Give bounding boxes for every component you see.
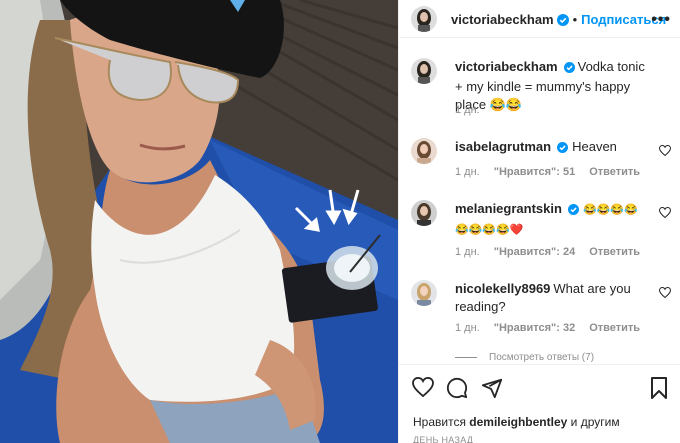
comment-text: melaniegrantskin 😂😂😂😂😂😂😂😂❤️ bbox=[455, 200, 651, 239]
comment-likes[interactable]: "Нравится": 32 bbox=[494, 322, 575, 334]
reply-button[interactable]: Ответить bbox=[589, 246, 640, 258]
like-icon[interactable] bbox=[412, 376, 434, 402]
comment-meta: 1 дн. "Нравится": 32 Ответить bbox=[455, 322, 654, 334]
reply-button[interactable]: Ответить bbox=[589, 166, 640, 178]
comment-time[interactable]: 1 дн. bbox=[455, 322, 480, 334]
liked-by: Нравится demileighbentley и другим bbox=[413, 415, 620, 429]
heart-icon[interactable] bbox=[658, 285, 672, 303]
heart-icon[interactable] bbox=[658, 205, 672, 223]
comment-avatar[interactable] bbox=[411, 200, 437, 226]
post-actions: Нравится demileighbentley и другим ДЕНЬ … bbox=[399, 364, 680, 443]
comment-time[interactable]: 1 дн. bbox=[455, 166, 480, 178]
comment-icon[interactable] bbox=[446, 377, 468, 404]
caption-username[interactable]: victoriabeckham bbox=[455, 59, 558, 74]
liked-suffix[interactable]: и другим bbox=[571, 415, 620, 429]
reply-button[interactable]: Ответить bbox=[589, 322, 640, 334]
comment-avatar[interactable] bbox=[411, 138, 437, 164]
separator-dot: • bbox=[572, 12, 578, 27]
post-sidebar: victoriabeckham • Подписаться ••• victoria… bbox=[398, 0, 680, 443]
post-timestamp[interactable]: ДЕНЬ НАЗАД bbox=[413, 435, 473, 443]
comment-username[interactable]: nicolekelly8969 bbox=[455, 281, 550, 296]
liked-prefix: Нравится bbox=[413, 415, 466, 429]
verified-badge-icon bbox=[556, 13, 569, 31]
author-username[interactable]: victoriabeckham bbox=[451, 12, 554, 27]
more-options-icon[interactable]: ••• bbox=[651, 11, 671, 29]
caption-time[interactable]: 1 дн. bbox=[455, 104, 480, 116]
comment-avatar[interactable] bbox=[411, 280, 437, 306]
author-avatar[interactable] bbox=[411, 6, 437, 32]
comment-text: nicolekelly8969 What are you reading? bbox=[455, 280, 651, 316]
post-image bbox=[0, 0, 398, 443]
comment-body: Heaven bbox=[572, 139, 617, 154]
replies-divider bbox=[455, 356, 477, 358]
comment-likes[interactable]: "Нравится": 24 bbox=[494, 246, 575, 258]
comment-username[interactable]: melaniegrantskin bbox=[455, 201, 562, 216]
comment-likes[interactable]: "Нравится": 51 bbox=[494, 166, 575, 178]
comments-list[interactable]: victoriabeckham Vodka tonic + my kindle =… bbox=[399, 38, 680, 364]
post-photo[interactable] bbox=[0, 0, 398, 443]
comment-meta: 1 дн. "Нравится": 24 Ответить bbox=[455, 246, 654, 258]
liked-user[interactable]: demileighbentley bbox=[469, 415, 567, 429]
heart-icon[interactable] bbox=[658, 143, 672, 161]
header-line: victoriabeckham • Подписаться bbox=[451, 11, 666, 31]
bookmark-icon[interactable] bbox=[650, 377, 668, 404]
post-header: victoriabeckham • Подписаться ••• bbox=[399, 0, 680, 38]
verified-badge-icon bbox=[567, 202, 579, 220]
caption-meta: 1 дн. bbox=[455, 104, 494, 116]
verified-badge-icon bbox=[563, 60, 575, 78]
caption-avatar[interactable] bbox=[411, 58, 437, 84]
view-replies-label: Посмотреть ответы (7) bbox=[489, 352, 595, 363]
comment-time[interactable]: 1 дн. bbox=[455, 246, 480, 258]
comment-text: isabelagrutman Heaven bbox=[455, 138, 651, 158]
view-replies-button[interactable]: Посмотреть ответы (7) bbox=[455, 352, 594, 363]
comment-username[interactable]: isabelagrutman bbox=[455, 139, 551, 154]
verified-badge-icon bbox=[557, 140, 569, 158]
comment-meta: 1 дн. "Нравится": 51 Ответить bbox=[455, 166, 654, 178]
share-icon[interactable] bbox=[481, 377, 503, 404]
